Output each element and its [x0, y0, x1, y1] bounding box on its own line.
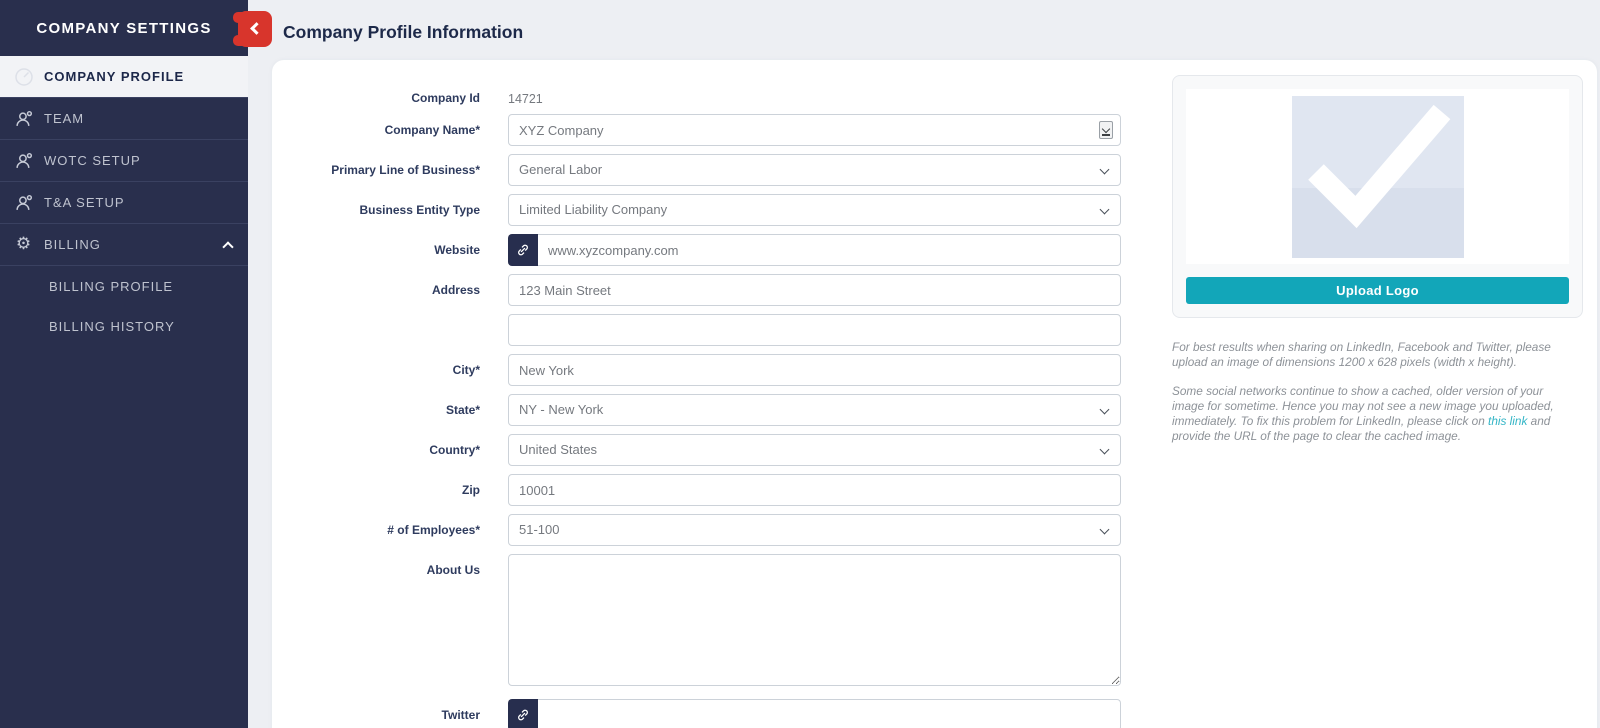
company-logo-preview: [1186, 89, 1569, 264]
sidebar-item-company-profile[interactable]: COMPANY PROFILE: [0, 56, 248, 98]
company-profile-form: Company Id 14721 Company Name* Primary L…: [272, 82, 1152, 728]
website-input[interactable]: [538, 234, 1121, 266]
entity-type-label: Business Entity Type: [359, 203, 480, 217]
form-row-about: About Us: [272, 554, 1152, 691]
logo-column: Upload Logo For best results when sharin…: [1172, 75, 1583, 459]
city-input[interactable]: [508, 354, 1121, 386]
chevron-down-icon: [1099, 444, 1110, 455]
sidebar-item-billing[interactable]: ⚙ BILLING: [0, 224, 248, 266]
sidebar-item-billing-profile[interactable]: BILLING PROFILE: [0, 266, 248, 306]
country-label: Country*: [429, 443, 480, 457]
sidebar-subitem-label: BILLING PROFILE: [49, 278, 174, 294]
sidebar: COMPANY SETTINGS COMPANY PROFILE TEAM WO…: [0, 0, 248, 728]
sidebar-item-billing-history[interactable]: BILLING HISTORY: [0, 306, 248, 346]
form-row-zip: Zip: [272, 474, 1152, 506]
chevron-down-icon: [1099, 204, 1110, 215]
form-row-country: Country* United States: [272, 434, 1152, 466]
chevron-down-icon: [1099, 404, 1110, 415]
state-value: NY - New York: [519, 402, 604, 417]
chevron-up-icon: [222, 241, 234, 253]
address-line1-input[interactable]: [508, 274, 1121, 306]
form-row-entity-type: Business Entity Type Limited Liability C…: [272, 194, 1152, 226]
sidebar-item-label: BILLING: [44, 237, 101, 252]
state-select[interactable]: NY - New York: [508, 394, 1121, 426]
form-row-company-name: Company Name*: [272, 114, 1152, 146]
upload-note-dimensions: For best results when sharing on LinkedI…: [1172, 340, 1551, 370]
user-icon: [10, 110, 38, 128]
user-icon: [10, 152, 38, 170]
page-title: Company Profile Information: [283, 22, 524, 42]
primary-line-select[interactable]: General Labor: [508, 154, 1121, 186]
sidebar-item-wotc-setup[interactable]: WOTC SETUP: [0, 140, 248, 182]
upload-logo-button[interactable]: Upload Logo: [1186, 277, 1569, 304]
entity-type-select[interactable]: Limited Liability Company: [508, 194, 1121, 226]
sidebar-collapse-button[interactable]: [233, 11, 272, 47]
company-id-label: Company Id: [411, 91, 480, 105]
screen: COMPANY SETTINGS COMPANY PROFILE TEAM WO…: [0, 0, 1600, 728]
zip-label: Zip: [462, 483, 480, 497]
checkmark-logo: [1291, 95, 1464, 258]
twitter-label: Twitter: [441, 708, 480, 722]
form-row-state: State* NY - New York: [272, 394, 1152, 426]
twitter-input[interactable]: [538, 699, 1121, 728]
company-name-label: Company Name*: [384, 123, 480, 137]
user-icon: [10, 194, 38, 212]
sidebar-subitem-label: BILLING HISTORY: [49, 318, 175, 334]
address-label: Address: [431, 283, 480, 297]
address-line2-input[interactable]: [508, 314, 1121, 346]
sidebar-item-ta-setup[interactable]: T&A SETUP: [0, 182, 248, 224]
form-row-primary-line: Primary Line of Business* General Labor: [272, 154, 1152, 186]
zip-input[interactable]: [508, 474, 1121, 506]
sidebar-item-label: T&A SETUP: [44, 195, 125, 210]
about-us-textarea[interactable]: [508, 554, 1121, 686]
extension-autofill-icon[interactable]: [1099, 121, 1113, 139]
form-row-twitter: Twitter: [272, 699, 1152, 728]
gear-icon: ⚙: [15, 234, 33, 254]
company-name-input[interactable]: [508, 114, 1121, 146]
country-value: United States: [519, 442, 598, 457]
logo-panel: Upload Logo: [1172, 75, 1583, 318]
chevron-down-icon: [1099, 164, 1110, 175]
company-id-value: 14721: [508, 92, 543, 106]
form-row-city: City*: [272, 354, 1152, 386]
entity-type-value: Limited Liability Company: [519, 202, 668, 217]
form-row-address1: Address: [272, 274, 1152, 306]
form-row-company-id: Company Id 14721: [272, 82, 1152, 107]
website-label: Website: [434, 243, 480, 257]
content-card: Company Id 14721 Company Name* Primary L…: [272, 60, 1597, 728]
primary-line-label: Primary Line of Business*: [331, 163, 480, 177]
clear-cache-link[interactable]: this link: [1488, 414, 1527, 428]
address2-label: [272, 314, 480, 346]
about-label: About Us: [426, 563, 480, 577]
form-row-address2: [272, 314, 1152, 346]
sidebar-item-label: WOTC SETUP: [44, 153, 141, 168]
sidebar-item-label: TEAM: [44, 111, 85, 126]
sidebar-item-team[interactable]: TEAM: [0, 98, 248, 140]
upload-notes: For best results when sharing on LinkedI…: [1172, 340, 1570, 445]
state-label: State*: [445, 403, 480, 417]
employees-value: 51-100: [519, 522, 560, 537]
link-icon: [508, 699, 538, 728]
city-label: City*: [452, 363, 480, 377]
dashboard-icon: [10, 66, 38, 88]
chevron-down-icon: [1099, 524, 1110, 535]
upload-note-cache: Some social networks continue to show a …: [1172, 384, 1570, 444]
chevron-left-icon: [250, 22, 263, 35]
employees-select[interactable]: 51-100: [508, 514, 1121, 546]
primary-line-value: General Labor: [519, 162, 603, 177]
link-icon: [508, 234, 538, 266]
form-row-employees: # of Employees* 51-100: [272, 514, 1152, 546]
sidebar-title: COMPANY SETTINGS: [36, 19, 212, 37]
country-select[interactable]: United States: [508, 434, 1121, 466]
employees-label: # of Employees*: [387, 523, 480, 537]
form-row-website: Website: [272, 234, 1152, 266]
sidebar-item-label: COMPANY PROFILE: [44, 69, 185, 84]
